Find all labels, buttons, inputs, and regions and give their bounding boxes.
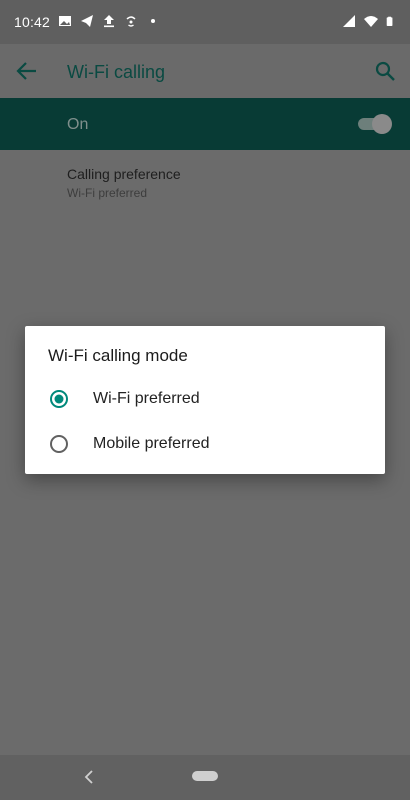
hotspot-icon: [126, 16, 136, 27]
navigation-bar: [0, 755, 410, 800]
back-arrow-icon[interactable]: [16, 61, 38, 81]
radio-unselected-icon[interactable]: [49, 434, 69, 454]
calling-preference-item[interactable]: Calling preference Wi-Fi preferred: [67, 166, 181, 200]
main-switch-toggle[interactable]: [358, 114, 392, 134]
option-wifi-preferred[interactable]: Wi-Fi preferred: [25, 377, 385, 421]
preference-title: Calling preference: [67, 166, 181, 182]
nav-back-icon[interactable]: [82, 769, 96, 785]
search-icon[interactable]: [374, 60, 396, 82]
main-switch-bar[interactable]: On: [0, 98, 410, 150]
option-mobile-preferred[interactable]: Mobile preferred: [25, 422, 385, 466]
status-bar: 10:42: [0, 0, 410, 44]
radio-selected-icon[interactable]: [49, 389, 69, 409]
nav-home-pill[interactable]: [192, 771, 218, 781]
status-time: 10:42: [14, 14, 51, 30]
option-label: Wi-Fi preferred: [93, 390, 200, 407]
image-icon: [59, 16, 71, 26]
system-icons: [342, 14, 396, 28]
battery-icon: [386, 16, 393, 26]
dot-icon: [151, 19, 155, 23]
preference-summary: Wi-Fi preferred: [67, 186, 148, 200]
upload-icon: [104, 15, 114, 28]
dialog-title: Wi-Fi calling mode: [48, 346, 188, 365]
signal-icon: [343, 15, 355, 27]
wifi-calling-mode-dialog: Wi-Fi calling mode Wi-Fi preferred Mobil…: [25, 326, 385, 474]
telegram-icon: [81, 15, 93, 27]
page-title: Wi-Fi calling: [67, 62, 166, 82]
wifi-icon: [364, 16, 378, 27]
notification-icons: [58, 14, 160, 28]
option-label: Mobile preferred: [93, 435, 210, 452]
app-bar: Wi-Fi calling: [0, 44, 410, 98]
toggle-thumb: [372, 114, 392, 134]
main-switch-label: On: [67, 116, 89, 133]
